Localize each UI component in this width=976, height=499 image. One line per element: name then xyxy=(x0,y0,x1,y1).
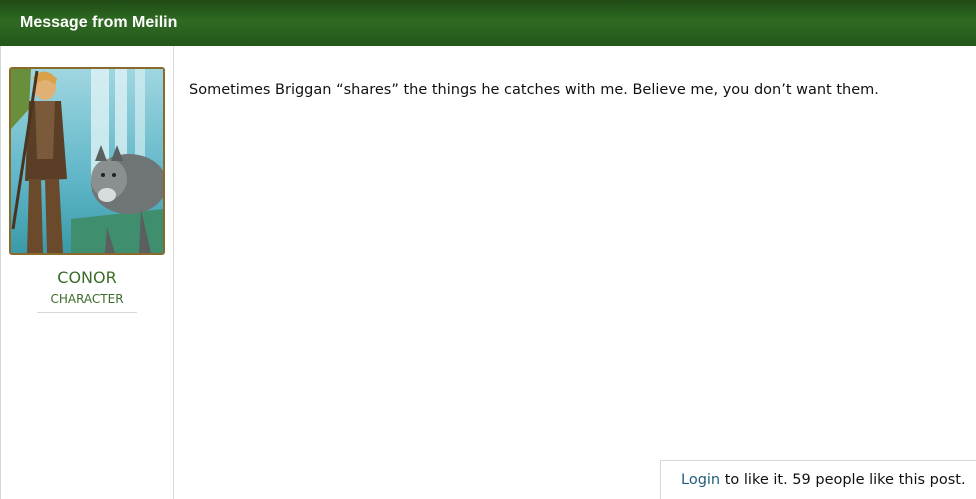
login-link[interactable]: Login xyxy=(681,472,720,488)
character-name: CONOR xyxy=(57,268,117,287)
message-post: Message from Meilin CONOR CHARACTER Some… xyxy=(0,0,976,499)
character-role: CHARACTER xyxy=(50,292,124,306)
sidebar-divider xyxy=(37,312,137,313)
author-sidebar: CONOR CHARACTER xyxy=(0,46,174,499)
post-header: Message from Meilin xyxy=(0,0,976,46)
character-portrait-icon xyxy=(11,69,163,253)
like-bar: Login to like it. 59 people like this po… xyxy=(660,460,976,499)
like-count-text: to like it. 59 people like this post. xyxy=(720,472,966,488)
post-body: Sometimes Briggan “shares” the things he… xyxy=(189,82,879,98)
post-title: Message from Meilin xyxy=(20,14,178,31)
character-avatar xyxy=(9,67,165,255)
